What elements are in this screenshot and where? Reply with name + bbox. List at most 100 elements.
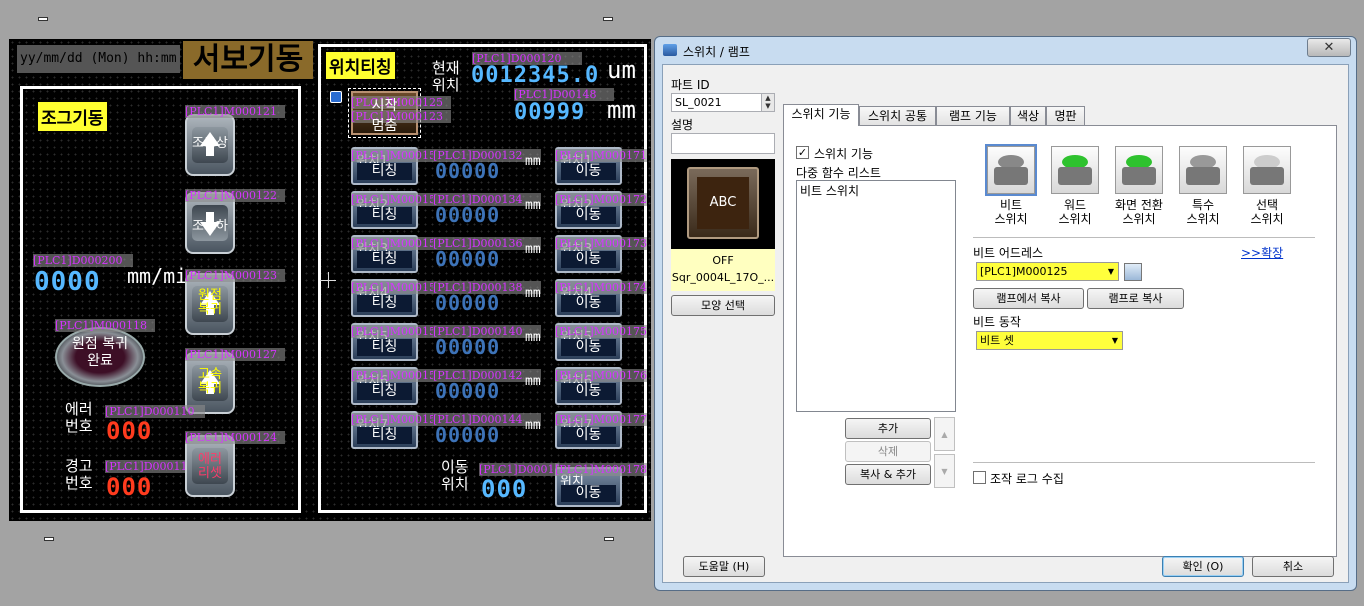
- preview-switch: ABC: [687, 167, 759, 239]
- move-tag: [PLC1]M000174: [555, 281, 647, 294]
- move-sub-label: 이동: [561, 251, 616, 268]
- error-number-display: 000: [106, 417, 153, 445]
- move-position-label: 이동 위치: [441, 458, 469, 493]
- tab-2[interactable]: 램프 기능: [936, 106, 1010, 125]
- position-unit: mm: [525, 374, 541, 389]
- tab-1[interactable]: 스위치 공통: [859, 106, 936, 125]
- switch-lamp-dialog: 스위치 / 램프 ✕ 파트 ID SL_0021 ▲ ▼ 설명 ABC OFF S…: [654, 36, 1357, 591]
- page-title: 서보기동: [183, 41, 313, 79]
- description-field[interactable]: [671, 133, 775, 154]
- dialog-body: 파트 ID SL_0021 ▲ ▼ 설명 ABC OFF Sqr_0004L_17…: [662, 64, 1349, 583]
- close-button[interactable]: ✕: [1307, 38, 1351, 57]
- chevron-down-icon: ▼: [1107, 267, 1114, 276]
- error-reset-tag: [PLC1]M000124: [185, 431, 285, 444]
- resize-handle[interactable]: [604, 537, 614, 541]
- unit-um: um: [607, 56, 636, 84]
- bit-action-label: 비트 동작: [973, 315, 1021, 329]
- tab-3[interactable]: 색상: [1010, 106, 1046, 125]
- multi-function-list-label: 다중 함수 리스트: [796, 166, 881, 180]
- position-unit: mm: [525, 286, 541, 301]
- teach-sub-label: 티칭: [357, 295, 412, 312]
- jog-down-label: 조그하: [192, 219, 228, 234]
- cancel-button[interactable]: 취소: [1252, 556, 1334, 577]
- error-reset-label: 에러 리셋: [198, 452, 222, 481]
- preview-text: ABC: [697, 177, 749, 229]
- screen-change-icon[interactable]: [1115, 146, 1163, 194]
- ok-button[interactable]: 확인 (O): [1162, 556, 1244, 577]
- teach-tag: [PLC1]M000155: [351, 325, 433, 338]
- resize-handle[interactable]: [603, 17, 613, 21]
- jog-up-label: 조그상: [192, 136, 228, 151]
- copy-from-lamp-button[interactable]: 램프에서 복사: [973, 288, 1084, 309]
- resize-handle[interactable]: [38, 17, 48, 21]
- warning-number-display: 000: [106, 473, 153, 501]
- move-sub-label: 이동: [561, 295, 616, 312]
- move-sub-label: 이동: [561, 339, 616, 356]
- position-unit: mm: [525, 242, 541, 257]
- dialog-titlebar[interactable]: 스위치 / 램프 ✕: [655, 37, 1356, 63]
- high-speed-return-label: 고속 복귀: [198, 367, 222, 396]
- word-switch-icon[interactable]: [1051, 146, 1099, 194]
- jog-panel: [20, 86, 301, 513]
- bit-switch-icon[interactable]: [985, 144, 1037, 196]
- part-id-label: 파트 ID: [671, 78, 710, 92]
- move-tag: [PLC1]M000177: [555, 413, 647, 426]
- copy-add-button[interactable]: 복사 & 추가: [845, 464, 931, 485]
- operation-log-label: 조작 로그 수집: [990, 472, 1064, 486]
- part-id-spinner[interactable]: ▲ ▼: [761, 94, 774, 111]
- address-picker-icon[interactable]: [1124, 263, 1142, 281]
- description-label: 설명: [671, 118, 694, 132]
- move-position-display: 000: [481, 475, 528, 503]
- move-down-button: ▼: [934, 454, 955, 488]
- lamp-label: 원점 복귀 완료: [72, 336, 128, 369]
- copy-to-lamp-button[interactable]: 램프로 복사: [1087, 288, 1184, 309]
- position-unit: mm: [525, 330, 541, 345]
- move-tag: [PLC1]M000173: [555, 237, 647, 250]
- divider: [973, 237, 1315, 238]
- chevron-down-icon: ▼: [1111, 336, 1118, 345]
- preview-caption: OFF Sqr_0004L_17O_...: [671, 249, 775, 291]
- move-tag: [PLC1]M000175: [555, 325, 647, 338]
- bit-action-select[interactable]: 비트 셋 ▼: [976, 331, 1123, 350]
- bit-address-field[interactable]: [PLC1]M000125 ▼: [976, 262, 1119, 281]
- high-speed-return-tag: [PLC1]M000127: [185, 348, 285, 361]
- list-item[interactable]: 비트 스위치: [800, 182, 859, 199]
- bit-address-value: [PLC1]M000125: [980, 265, 1068, 278]
- dialog-app-icon: [663, 44, 677, 56]
- lamp-tag: [PLC1]M000118: [55, 319, 155, 332]
- position-data-display: 00000: [435, 335, 501, 359]
- speed-tag: [PLC1]D000200: [33, 254, 133, 267]
- expand-link[interactable]: >>확장: [1241, 244, 1283, 261]
- tab-0[interactable]: 스위치 기능: [783, 104, 859, 126]
- error-number-label: 에러 번호: [65, 400, 93, 435]
- switch-type-label: 선택 스위치: [1250, 198, 1284, 226]
- warning-number-label: 경고 번호: [65, 457, 93, 492]
- divider: [973, 462, 1315, 463]
- teach-sub-label: 티칭: [357, 339, 412, 356]
- tab-panel: ✓ 스위치 기능 다중 함수 리스트 비트 스위치 추가 삭제 복사 & 추가 …: [783, 125, 1337, 557]
- current-position-label: 현재 위치: [432, 59, 460, 94]
- teach-sub-label: 티칭: [357, 383, 412, 400]
- position-unit: mm: [525, 154, 541, 169]
- special-switch-icon[interactable]: [1179, 146, 1227, 194]
- position-unit: mm: [525, 198, 541, 213]
- part-id-field[interactable]: SL_0021: [671, 93, 775, 112]
- jog-up-tag: [PLC1]M000121: [185, 105, 285, 118]
- teach-tag: [PLC1]M000151: [351, 149, 433, 162]
- stop-label: 멈춤: [371, 118, 398, 134]
- shape-select-button[interactable]: 모양 선택: [671, 295, 775, 316]
- teach-sub-label: 티칭: [357, 251, 412, 268]
- select-switch-icon[interactable]: [1243, 146, 1291, 194]
- help-button[interactable]: 도움말 (H): [683, 556, 765, 577]
- multi-function-list[interactable]: 비트 스위치: [796, 180, 956, 412]
- preview-name: Sqr_0004L_17O_...: [671, 271, 775, 284]
- tab-4[interactable]: 명판: [1046, 106, 1085, 125]
- teach-tag: [PLC1]M000157: [351, 413, 433, 426]
- add-button[interactable]: 추가: [845, 418, 931, 439]
- position-data-display: 00000: [435, 203, 501, 227]
- resize-handle[interactable]: [44, 537, 54, 541]
- operation-log-checkbox[interactable]: [973, 471, 986, 484]
- switch-function-checkbox[interactable]: ✓: [796, 146, 809, 159]
- move-sub-label: 이동: [561, 163, 616, 180]
- teach-tag: [PLC1]M000156: [351, 369, 433, 382]
